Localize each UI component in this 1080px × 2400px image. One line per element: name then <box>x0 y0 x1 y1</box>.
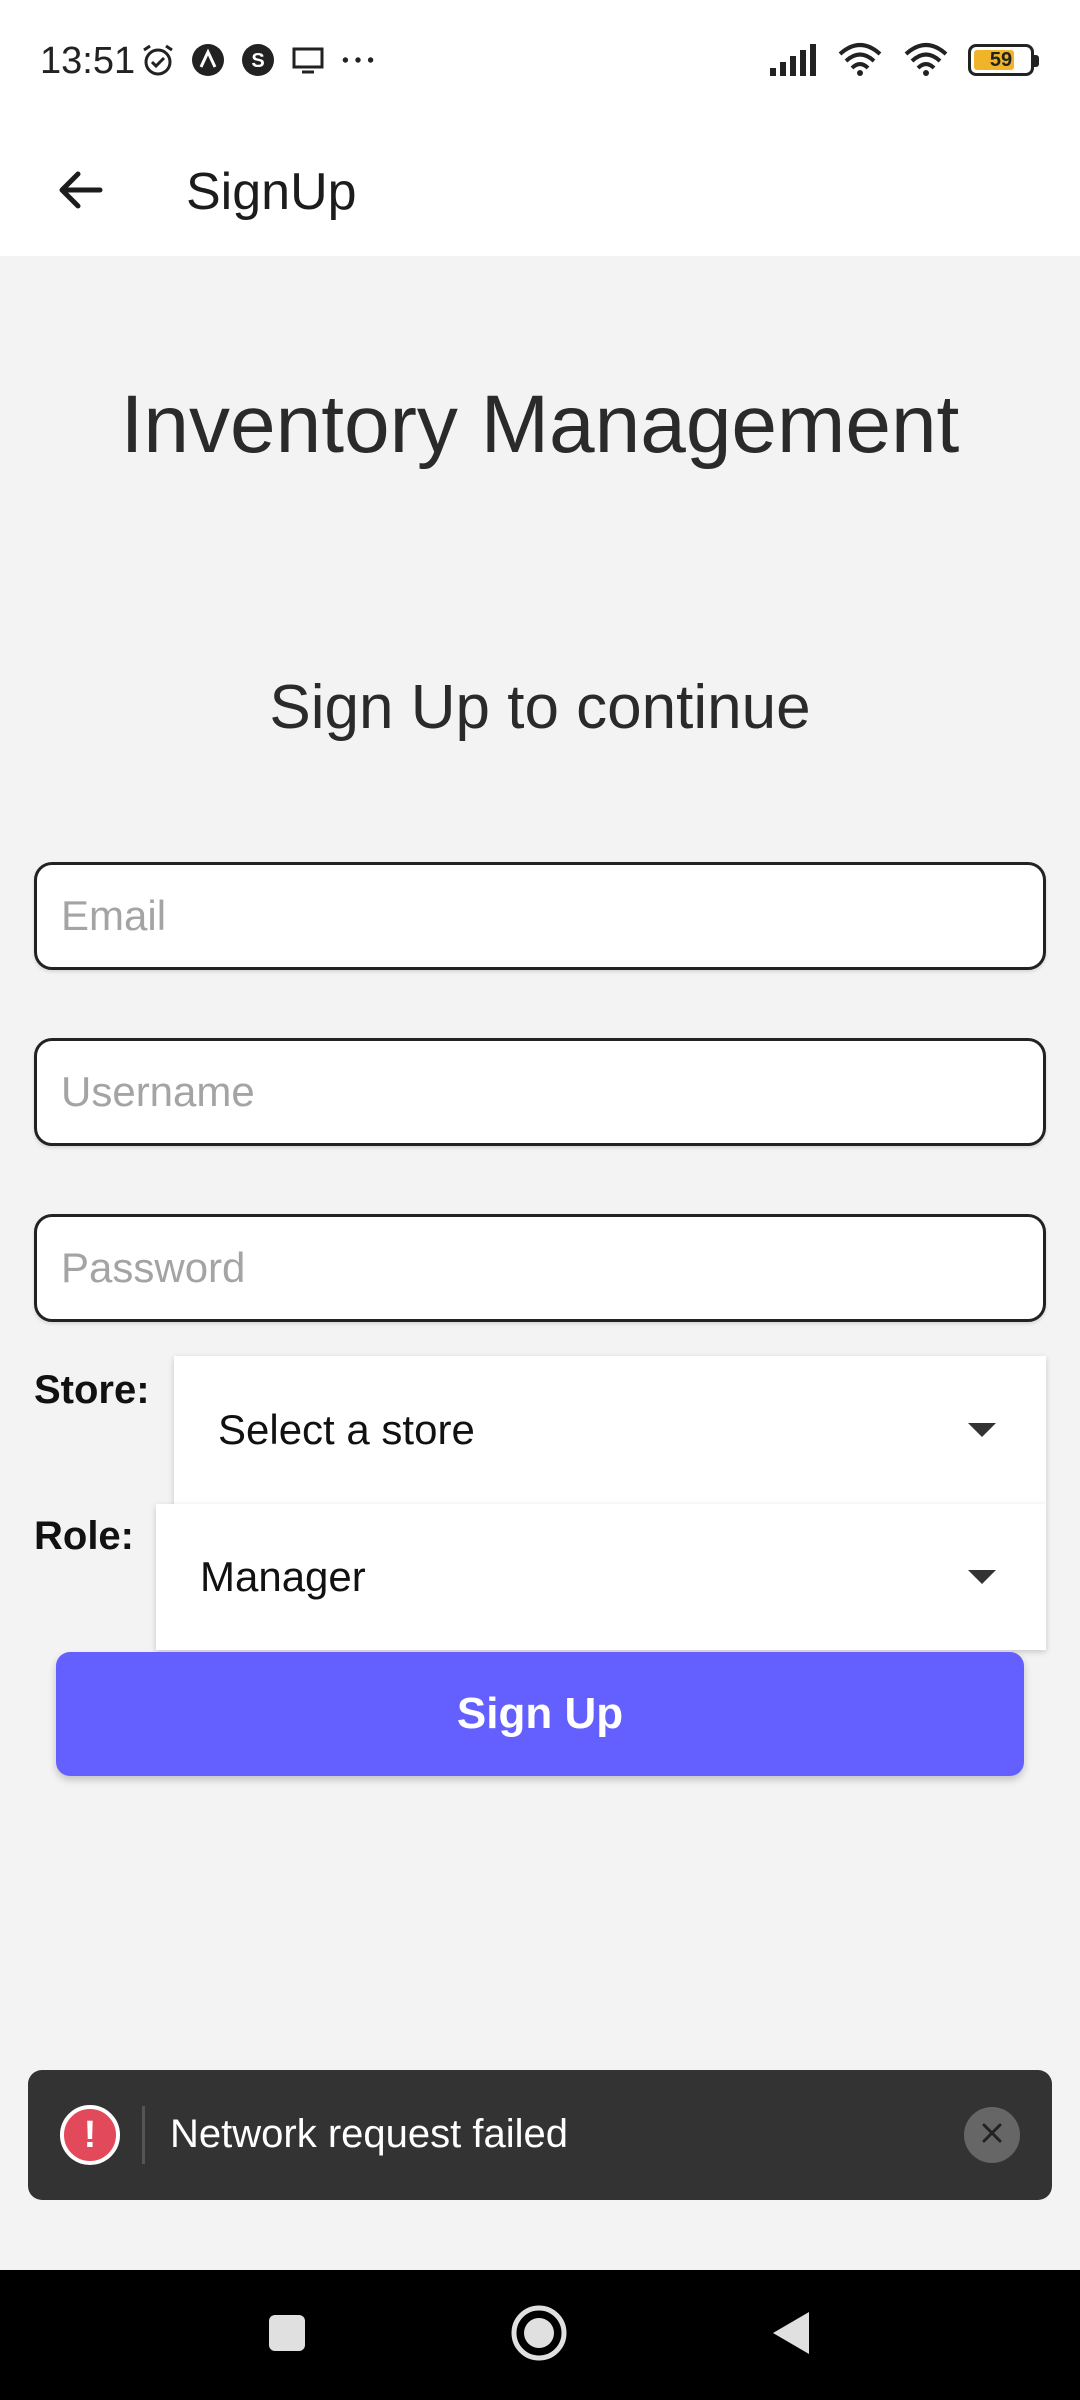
wifi-icon <box>902 42 950 78</box>
system-nav-bar <box>0 2270 1080 2400</box>
error-icon: ! <box>60 2105 120 2165</box>
home-button[interactable] <box>504 2300 574 2370</box>
home-circle-icon <box>509 2303 569 2368</box>
username-field[interactable] <box>34 1038 1046 1146</box>
signal-icon <box>768 42 818 78</box>
app-heading: Inventory Management <box>120 379 960 470</box>
sign-up-button[interactable]: Sign Up <box>56 1652 1024 1776</box>
caret-down-icon <box>968 1423 996 1437</box>
store-select[interactable]: Select a store <box>174 1356 1046 1504</box>
more-dots-icon <box>340 42 376 78</box>
password-field[interactable] <box>34 1214 1046 1322</box>
toast-message: Network request failed <box>170 2112 568 2156</box>
status-bar: 13:51 S 59 <box>0 0 1080 128</box>
status-icons-right: 59 <box>768 42 1039 78</box>
status-time: 13:51 <box>40 40 136 82</box>
page-title: SignUp <box>186 163 357 221</box>
app-bar: SignUp <box>0 128 1080 256</box>
svg-text:S: S <box>251 50 264 72</box>
alarm-icon <box>140 42 176 78</box>
triangle-back-icon <box>769 2308 813 2363</box>
role-select[interactable]: Manager <box>156 1504 1046 1650</box>
back-button[interactable] <box>36 148 124 236</box>
status-icons-left: S <box>140 42 376 78</box>
store-select-value: Select a store <box>218 1406 475 1453</box>
square-icon <box>265 2311 309 2360</box>
store-label: Store: <box>34 1368 150 1412</box>
toast-divider <box>142 2106 145 2164</box>
email-field[interactable] <box>34 862 1046 970</box>
battery-icon: 59 <box>968 44 1039 76</box>
caret-down-icon <box>968 1570 996 1584</box>
arrow-left-icon <box>54 164 106 221</box>
screen-icon <box>290 42 326 78</box>
error-toast: ! Network request failed <box>28 2070 1052 2200</box>
toast-close-button[interactable] <box>964 2107 1020 2163</box>
form-subheading: Sign Up to continue <box>269 673 811 742</box>
app-a-icon <box>190 42 226 78</box>
battery-level: 59 <box>989 48 1013 71</box>
app-s-icon: S <box>240 42 276 78</box>
close-icon <box>978 2119 1006 2152</box>
role-select-value: Manager <box>200 1553 366 1600</box>
role-label: Role: <box>34 1514 134 1558</box>
wifi-icon <box>836 42 884 78</box>
back-nav-button[interactable] <box>756 2300 826 2370</box>
recents-button[interactable] <box>252 2300 322 2370</box>
